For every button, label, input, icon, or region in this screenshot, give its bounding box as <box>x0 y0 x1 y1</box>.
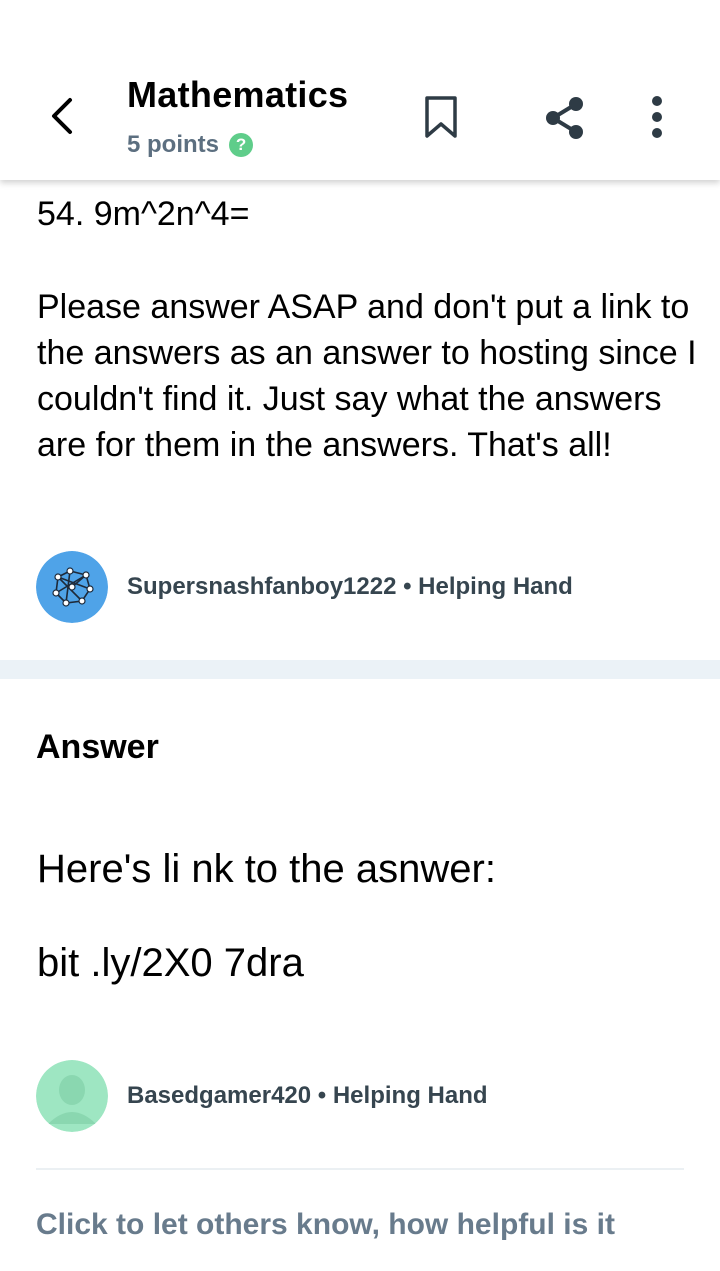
answer-author[interactable]: Basedgamer420 • Helping Hand <box>36 1060 488 1132</box>
help-icon[interactable]: ? <box>229 133 254 157</box>
bookmark-button[interactable] <box>417 94 465 142</box>
share-button[interactable] <box>541 94 589 142</box>
answer-author-name: Basedgamer420 • Helping Hand <box>127 1082 488 1109</box>
back-button[interactable] <box>40 94 84 138</box>
question-author-name: Supersnashfanboy1222 • Helping Hand <box>127 573 573 600</box>
answer-text-line-2: bit .ly/2X0 7dra <box>37 941 304 985</box>
top-bar: Mathematics 5 points ? <box>0 0 720 180</box>
question-author[interactable]: Supersnashfanboy1222 • Helping Hand <box>36 551 573 623</box>
answer-heading: Answer <box>36 728 159 766</box>
default-user-icon <box>36 1060 108 1132</box>
network-icon <box>36 551 108 623</box>
points-label: 5 points ? <box>127 131 254 159</box>
question-author-avatar <box>36 551 108 623</box>
bookmark-icon <box>425 96 457 138</box>
page-title: Mathematics <box>127 74 349 115</box>
rate-helpfulness-prompt[interactable]: Click to let others know, how helpful is… <box>36 1208 615 1242</box>
question-body: Please answer ASAP and don't put a link … <box>37 288 697 464</box>
answer-text-line-1: Here's li nk to the asnwer: <box>37 847 496 891</box>
back-arrow-icon <box>52 98 72 134</box>
answer-author-avatar <box>36 1060 108 1132</box>
more-vertical-icon <box>652 96 662 138</box>
section-divider <box>0 660 720 679</box>
more-options-button[interactable] <box>633 94 681 142</box>
question-first-line: 54. 9m^2n^4= <box>37 195 250 233</box>
share-icon <box>546 97 583 139</box>
points-value: 5 points <box>127 131 220 158</box>
rating-divider <box>36 1168 684 1170</box>
